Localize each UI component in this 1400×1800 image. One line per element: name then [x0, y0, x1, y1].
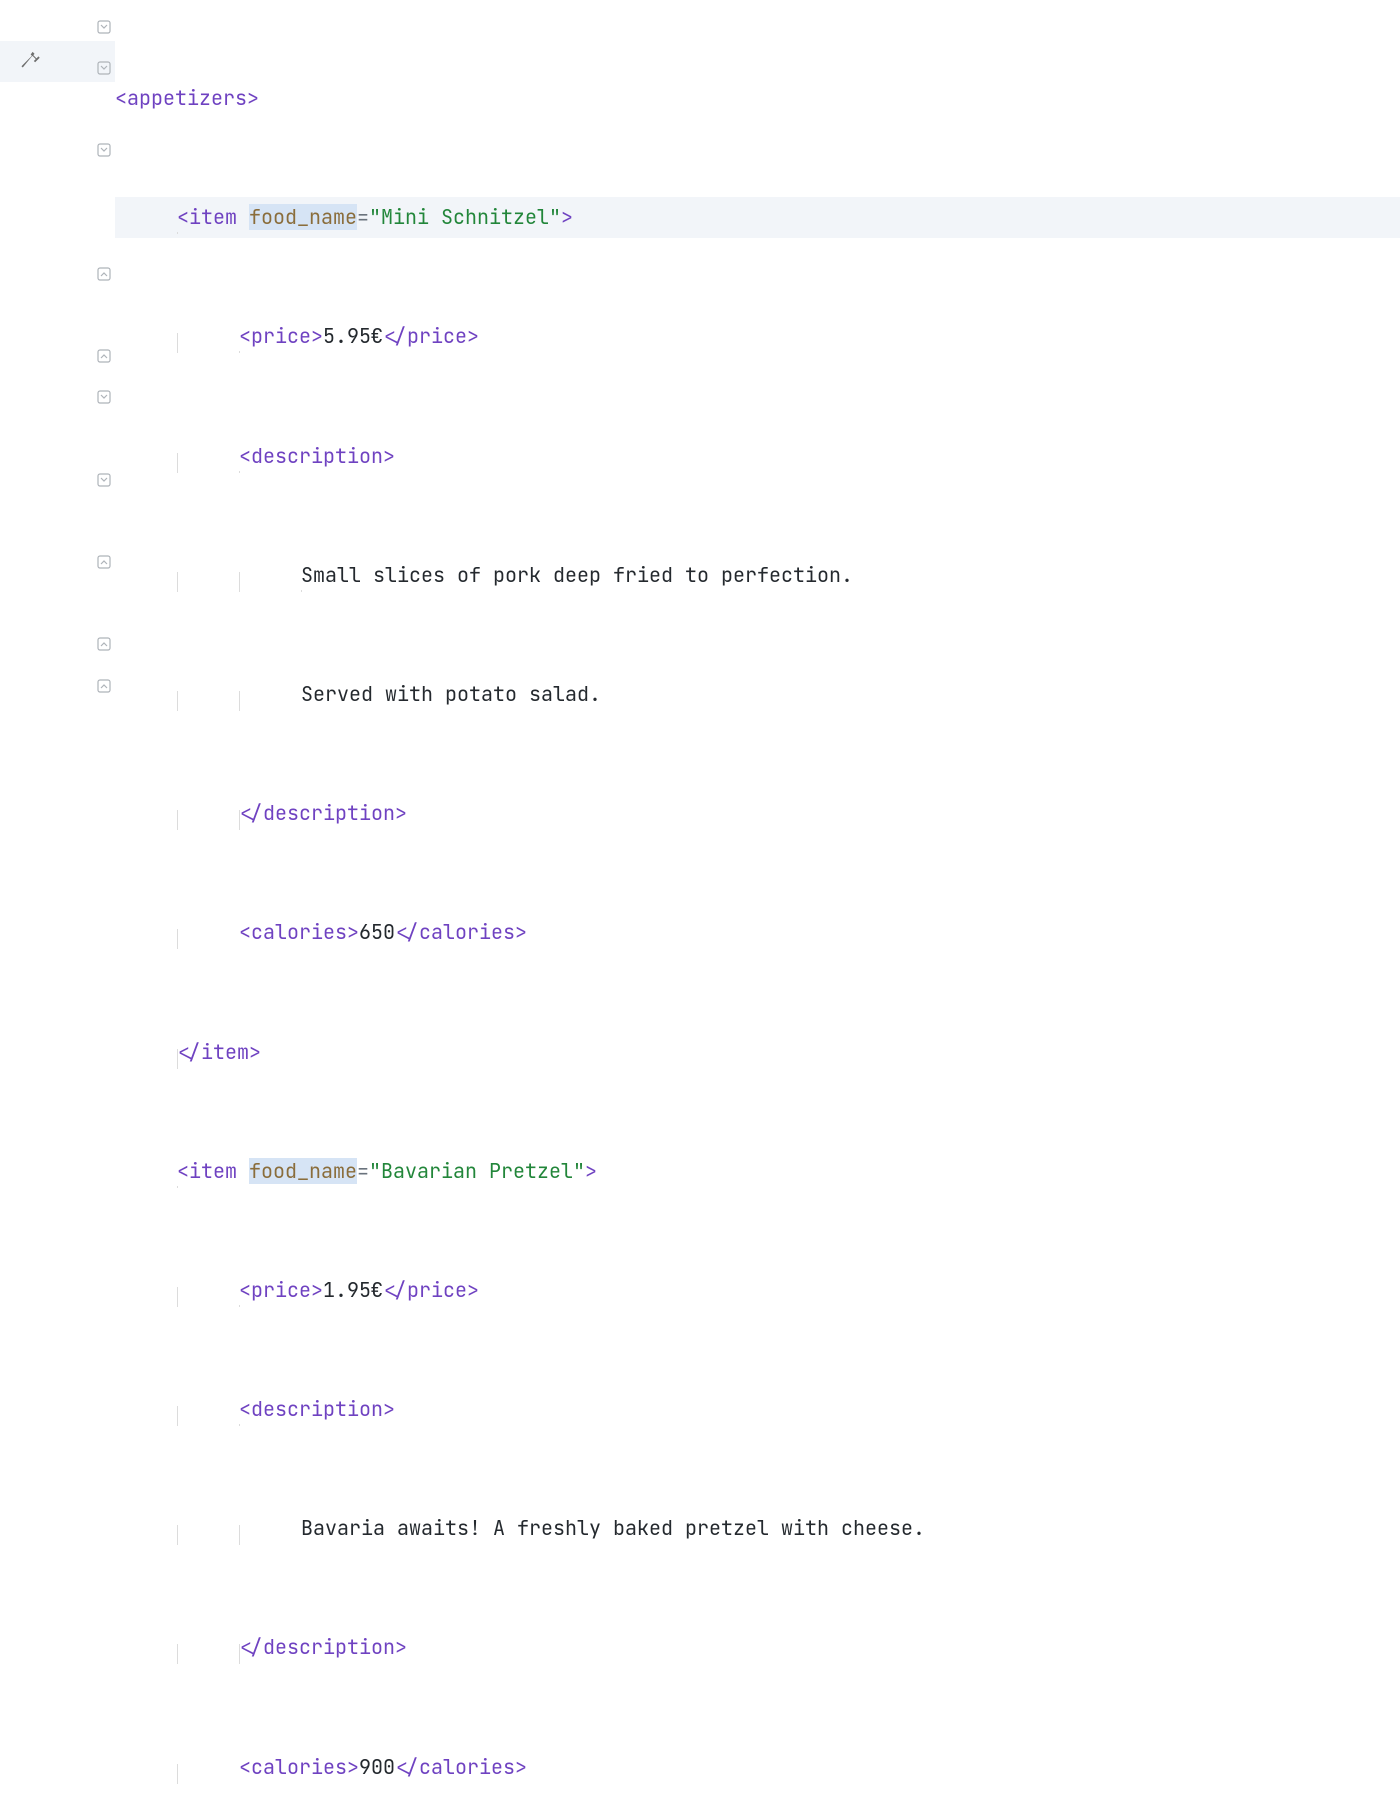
gutter-row [0, 618, 115, 659]
tag-name: description [251, 443, 383, 469]
editor-gutter [0, 0, 115, 900]
attr-name: food_name [249, 1158, 357, 1184]
fold-close-icon[interactable] [97, 673, 111, 687]
code-line[interactable]: <appetizers> [115, 78, 1400, 119]
tag-name: price [407, 1277, 467, 1303]
fold-close-icon[interactable] [97, 549, 111, 563]
text-node: 650 [359, 919, 395, 945]
code-line[interactable]: <description> [115, 1389, 1400, 1430]
text-node: 900 [359, 1754, 395, 1780]
hammer-icon[interactable] [20, 49, 42, 71]
attr-name: food_name [249, 204, 357, 230]
fold-toggle-icon[interactable] [97, 467, 111, 481]
fold-close-icon[interactable] [97, 261, 111, 275]
gutter-row [0, 330, 115, 371]
gutter-row [0, 577, 115, 618]
gutter-row [0, 535, 115, 576]
gutter-row [0, 371, 115, 412]
fold-close-icon[interactable] [97, 631, 111, 645]
gutter-row [0, 206, 115, 247]
gutter-row [0, 165, 115, 206]
code-line[interactable]: <price>5.95€</price> [115, 316, 1400, 357]
code-line[interactable]: </item> [115, 1032, 1400, 1073]
gutter-row [0, 124, 115, 165]
attr-value: Mini Schnitzel [381, 204, 549, 230]
code-line[interactable]: Bavaria awaits! A freshly baked pretzel … [115, 1508, 1400, 1549]
code-line[interactable]: <calories>900</calories> [115, 1747, 1400, 1788]
gutter-row [0, 0, 115, 41]
code-line[interactable]: <item food_name="Mini Schnitzel"> [115, 197, 1400, 238]
gutter-row [0, 41, 115, 82]
tag-name: price [407, 323, 467, 349]
code-line[interactable]: </description> [115, 793, 1400, 834]
fold-toggle-icon[interactable] [97, 14, 111, 28]
tag-name: price [251, 323, 311, 349]
gutter-row [0, 82, 115, 123]
tag-name: description [263, 1634, 395, 1660]
tag-name: item [201, 1039, 249, 1065]
fold-close-icon[interactable] [97, 343, 111, 357]
tag-name: appetizers [127, 85, 247, 111]
tag-name: calories [251, 919, 347, 945]
attr-value: Bavarian Pretzel [381, 1158, 573, 1184]
tag-name: calories [419, 919, 515, 945]
text-node: 5.95€ [323, 323, 383, 349]
tag-name: price [251, 1277, 311, 1303]
code-line[interactable]: <description> [115, 436, 1400, 477]
tag-name: item [189, 204, 237, 230]
code-line[interactable]: Small slices of pork deep fried to perfe… [115, 555, 1400, 596]
code-line[interactable]: Served with potato salad. [115, 674, 1400, 715]
tag-name: description [251, 1396, 383, 1422]
tag-name: description [263, 800, 395, 826]
code-line[interactable]: </description> [115, 1627, 1400, 1668]
gutter-row [0, 412, 115, 453]
code-line[interactable]: <calories>650</calories> [115, 912, 1400, 953]
text-node: Bavaria awaits! A freshly baked pretzel … [301, 1515, 925, 1541]
text-node: Small slices of pork deep fried to perfe… [301, 562, 853, 588]
text-node: Served with potato salad. [301, 681, 601, 707]
gutter-row [0, 659, 115, 700]
code-line[interactable]: <item food_name="Bavarian Pretzel"> [115, 1151, 1400, 1192]
gutter-row [0, 288, 115, 329]
code-area[interactable]: <appetizers> <item food_name="Mini Schni… [115, 0, 1400, 900]
tag-name: item [189, 1158, 237, 1184]
gutter-row [0, 247, 115, 288]
text-node: 1.95€ [323, 1277, 383, 1303]
fold-toggle-icon[interactable] [97, 55, 111, 69]
fold-toggle-icon[interactable] [97, 137, 111, 151]
gutter-row [0, 453, 115, 494]
fold-toggle-icon[interactable] [97, 384, 111, 398]
gutter-row [0, 494, 115, 535]
tag-name: calories [419, 1754, 515, 1780]
tag-name: calories [251, 1754, 347, 1780]
code-editor: <appetizers> <item food_name="Mini Schni… [0, 0, 1400, 900]
code-line[interactable]: <price>1.95€</price> [115, 1270, 1400, 1311]
